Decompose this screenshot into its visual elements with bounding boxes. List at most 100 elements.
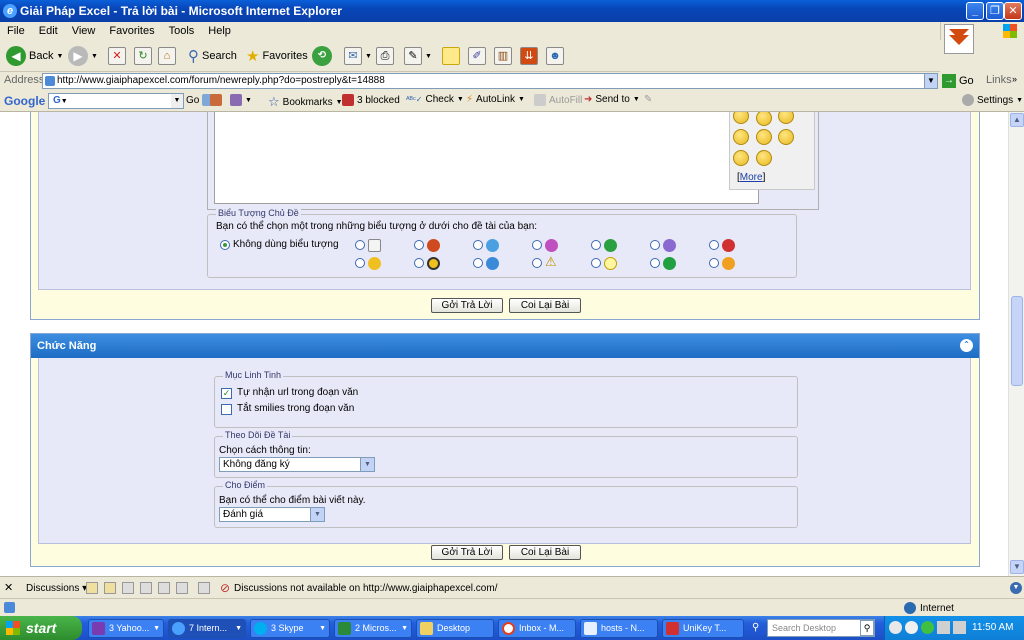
discussions-menu[interactable]: Discussions ▾ bbox=[26, 583, 87, 594]
start-button[interactable]: start bbox=[0, 616, 82, 640]
network-icon[interactable] bbox=[937, 621, 950, 634]
search-button[interactable]: ⚲ Search bbox=[188, 45, 237, 67]
insert-discussion-icon[interactable] bbox=[86, 582, 98, 594]
smilies-more-link[interactable]: [More] bbox=[737, 172, 765, 183]
desktop-search-input[interactable]: Search Desktop bbox=[767, 619, 875, 637]
post-icon-radio[interactable] bbox=[355, 240, 365, 250]
post-icon-radio[interactable] bbox=[532, 258, 542, 268]
post-icon-radio[interactable] bbox=[355, 258, 365, 268]
smilies-more-label[interactable]: More bbox=[740, 172, 763, 183]
go-button[interactable]: → Go bbox=[942, 74, 974, 88]
post-icon-radio[interactable] bbox=[709, 258, 719, 268]
google-search-dropdown-icon[interactable]: ▼ bbox=[171, 94, 183, 108]
discussion-subscribe-icon[interactable] bbox=[176, 582, 188, 594]
desktop-search-go-icon[interactable]: ⚲ bbox=[860, 620, 874, 636]
minimize-button[interactable]: _ bbox=[966, 2, 984, 20]
chevron-down-icon[interactable]: ▼ bbox=[360, 458, 374, 471]
chevron-down-icon[interactable]: ▼ bbox=[310, 508, 324, 521]
smilie-icon[interactable] bbox=[733, 112, 749, 124]
forward-dropdown-icon[interactable]: ▼ bbox=[91, 53, 98, 60]
post-icon-radio[interactable] bbox=[473, 240, 483, 250]
address-input[interactable]: http://www.giaiphapexcel.com/forum/newre… bbox=[42, 73, 938, 89]
menu-edit[interactable]: Edit bbox=[32, 22, 65, 40]
forward-button[interactable]: ▶ ▼ bbox=[68, 45, 98, 67]
address-dropdown-icon[interactable]: ▼ bbox=[924, 74, 937, 88]
window-title-bar[interactable]: e Giải Pháp Excel - Trả lời bài - Micros… bbox=[0, 0, 1024, 22]
discussions-close-icon[interactable]: ✕ bbox=[4, 581, 13, 594]
edit-dropdown-icon[interactable]: ▼ bbox=[425, 53, 432, 60]
notes-icon[interactable] bbox=[442, 47, 460, 65]
menu-favorites[interactable]: Favorites bbox=[102, 22, 161, 40]
menu-tools[interactable]: Tools bbox=[162, 22, 202, 40]
subscribe-select[interactable]: Không đăng ký ▼ bbox=[219, 457, 375, 472]
scroll-thumb[interactable] bbox=[1011, 296, 1023, 386]
scroll-down-icon[interactable]: ▼ bbox=[1010, 560, 1024, 574]
taskbar-item-yahoo[interactable]: 3 Yahoo... ▼ bbox=[88, 619, 164, 638]
volume-icon[interactable] bbox=[953, 621, 966, 634]
disable-smilies-checkbox[interactable] bbox=[221, 404, 232, 415]
autolink-button[interactable]: ⚡ AutoLink ▼ bbox=[466, 94, 525, 105]
taskbar-item-hosts[interactable]: hosts - N... bbox=[580, 619, 658, 638]
discussion-reply-icon[interactable] bbox=[104, 582, 116, 594]
parse-url-checkbox[interactable]: ✓ bbox=[221, 388, 232, 399]
search-desktop-icon[interactable]: ⚲ bbox=[752, 622, 759, 633]
stop-icon[interactable]: ✕ bbox=[108, 47, 126, 65]
discussions-options-icon[interactable]: ▼ bbox=[1010, 582, 1022, 594]
links-chevron-icon[interactable]: » bbox=[1012, 74, 1017, 84]
menu-view[interactable]: View bbox=[65, 22, 103, 40]
taskbar-item-unikey[interactable]: UniKey T... bbox=[662, 619, 744, 638]
smilie-icon[interactable] bbox=[756, 150, 772, 166]
sendto-button[interactable]: ➜ Send to ▼ bbox=[584, 94, 640, 105]
smilie-icon[interactable] bbox=[756, 129, 772, 145]
pagerank-icon[interactable] bbox=[210, 94, 222, 106]
google-logo[interactable]: Google bbox=[4, 94, 45, 108]
messenger-icon[interactable]: ✐ bbox=[468, 47, 486, 65]
popup-icon[interactable] bbox=[230, 94, 242, 106]
bookmarks-button[interactable]: ☆ Bookmarks ▼ bbox=[268, 94, 343, 110]
post-icon-radio[interactable] bbox=[650, 240, 660, 250]
favorites-button[interactable]: ★ Favorites bbox=[246, 45, 308, 67]
research-icon[interactable]: ▥ bbox=[494, 47, 512, 65]
taskbar-item-inbox[interactable]: Inbox - M... bbox=[498, 619, 576, 638]
print-icon[interactable]: ⎙ bbox=[376, 47, 394, 65]
smilie-icon[interactable] bbox=[733, 129, 749, 145]
highlighter-icon[interactable]: ✎ bbox=[644, 94, 652, 105]
vertical-scrollbar[interactable]: ▲ ▼ bbox=[1008, 112, 1024, 576]
smilie-icon[interactable] bbox=[778, 129, 794, 145]
taskbar-item-skype[interactable]: 3 Skype ▼ bbox=[250, 619, 330, 638]
post-icon-radio[interactable] bbox=[473, 258, 483, 268]
post-icon-radio[interactable] bbox=[532, 240, 542, 250]
refresh-icon[interactable]: ↻ bbox=[134, 47, 152, 65]
submit-reply-button[interactable]: Gởi Trả Lời bbox=[431, 545, 503, 560]
tray-icon[interactable] bbox=[889, 621, 902, 634]
autofill-button[interactable]: AutoFill bbox=[534, 94, 582, 106]
preview-post-button[interactable]: Coi Lại Bài bbox=[509, 545, 581, 560]
submit-reply-button[interactable]: Gởi Trả Lời bbox=[431, 298, 503, 313]
post-icon-radio[interactable] bbox=[414, 240, 424, 250]
back-button[interactable]: ◀ Back ▼ bbox=[6, 45, 63, 67]
post-icon-radio[interactable] bbox=[709, 240, 719, 250]
toolbar-extension-icon[interactable] bbox=[944, 24, 974, 54]
close-button[interactable]: ✕ bbox=[1004, 2, 1022, 20]
post-icon-radio[interactable] bbox=[591, 258, 601, 268]
scroll-up-icon[interactable]: ▲ bbox=[1010, 113, 1024, 127]
edit-page-icon[interactable]: ✎ bbox=[404, 47, 422, 65]
discussion-expand-icon[interactable] bbox=[122, 582, 134, 594]
mail-icon[interactable]: ✉ bbox=[344, 47, 362, 65]
smilie-icon[interactable] bbox=[733, 150, 749, 166]
taskbar-item-microsoft[interactable]: 2 Micros... ▼ bbox=[334, 619, 412, 638]
discussion-pane-icon[interactable] bbox=[198, 582, 210, 594]
popup-blocker-button[interactable]: 3 blocked bbox=[342, 94, 400, 106]
download-icon[interactable]: ⇊ bbox=[520, 47, 538, 65]
maximize-button[interactable]: ❐ bbox=[986, 2, 1004, 20]
discussion-refresh-icon[interactable] bbox=[158, 582, 170, 594]
message-textarea[interactable] bbox=[214, 112, 759, 204]
contacts-icon[interactable]: ☻ bbox=[546, 47, 564, 65]
smilie-icon[interactable] bbox=[778, 112, 794, 124]
rating-select[interactable]: Đánh giá ▼ bbox=[219, 507, 325, 522]
home-icon[interactable]: ⌂ bbox=[158, 47, 176, 65]
google-search-input[interactable]: G▼ ▼ bbox=[48, 93, 184, 109]
post-icon-radio[interactable] bbox=[414, 258, 424, 268]
post-icon-radio[interactable] bbox=[650, 258, 660, 268]
smilie-icon[interactable] bbox=[756, 112, 772, 126]
